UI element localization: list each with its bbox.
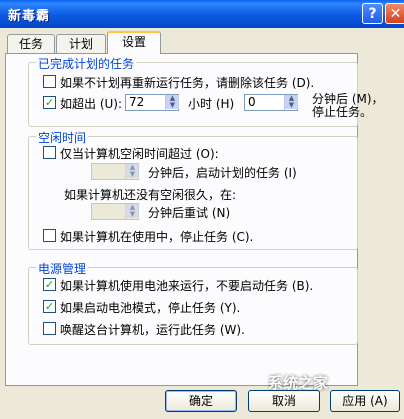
hours-unit-label: 小时 (H): [188, 97, 235, 111]
spin-down-icon[interactable]: ▼: [126, 171, 139, 178]
dont-start-on-battery-checkbox[interactable]: ✓: [43, 278, 56, 291]
tab-task[interactable]: 任务: [7, 34, 55, 53]
title-bar[interactable]: [0, 0, 404, 28]
delete-if-not-rescheduled-checkbox[interactable]: [43, 75, 56, 88]
close-button[interactable]: ✕: [385, 3, 404, 24]
help-button[interactable]: ?: [362, 3, 383, 24]
apply-button[interactable]: 应用 (A): [330, 390, 400, 412]
checkmark-icon: ✓: [44, 300, 55, 313]
wake-to-run-label: 唤醒这台计算机，运行此任务 (W).: [60, 323, 245, 337]
spin-down-icon[interactable]: ▼: [166, 102, 179, 109]
spin-down-icon[interactable]: ▼: [126, 211, 139, 218]
checkmark-icon: ✓: [44, 96, 55, 109]
retry-minutes-spinner[interactable]: ▲ ▼: [125, 204, 139, 219]
minutes-after-line2: 停止任务。: [312, 105, 373, 119]
stop-on-battery-checkbox[interactable]: ✓: [43, 300, 56, 313]
checkmark-icon: ✓: [44, 278, 55, 291]
idle-minutes-spinner[interactable]: ▲ ▼: [125, 164, 139, 179]
stop-if-in-use-checkbox[interactable]: [43, 229, 56, 242]
tab-settings-label: 设置: [121, 35, 146, 49]
not-idle-note: 如果计算机还没有空闲很久，在:: [64, 188, 237, 202]
tab-schedule[interactable]: 计划: [56, 34, 106, 53]
delete-if-not-rescheduled-label: 如果不计划再重新运行任务，请删除该任务 (D).: [60, 76, 315, 90]
only-if-idle-checkbox[interactable]: [43, 146, 56, 159]
stop-if-exceeds-label: 如超出 (U):: [60, 97, 123, 111]
ok-button[interactable]: 确定: [165, 390, 237, 412]
spin-down-icon[interactable]: ▼: [285, 102, 298, 109]
completed-task-group-title: 已完成计划的任务: [36, 55, 137, 72]
dont-start-on-battery-label: 如果计算机使用电池来运行，不要启动任务 (B).: [60, 279, 314, 293]
tab-schedule-label: 计划: [68, 37, 93, 51]
idle-time-group-title: 空闲时间: [36, 129, 89, 146]
power-management-group-title: 电源管理: [36, 260, 89, 277]
wake-to-run-checkbox[interactable]: [43, 322, 56, 335]
cancel-button[interactable]: 取消: [248, 390, 320, 412]
hours-value: 72: [129, 95, 145, 109]
minutes-after-label: 分钟后 (M)， 停止任务。: [312, 93, 384, 119]
watermark: 系统之家: [268, 374, 329, 392]
tab-settings[interactable]: 设置: [107, 31, 161, 54]
close-icon: ✕: [389, 6, 402, 22]
stop-if-exceeds-checkbox[interactable]: ✓: [43, 96, 56, 109]
window-title: 新毒霸: [8, 9, 51, 24]
only-if-idle-label: 仅当计算机空闲时间超过 (O):: [60, 147, 219, 161]
stop-on-battery-label: 如果启动电池模式，停止任务 (Y).: [60, 301, 241, 315]
tab-task-label: 任务: [18, 37, 43, 51]
stop-if-in-use-label: 如果计算机在使用中，停止任务 (C).: [60, 230, 254, 244]
minutes-value: 0: [248, 95, 256, 109]
retry-label: 分钟后重试 (N): [148, 206, 231, 220]
hours-spinner[interactable]: ▲ ▼: [165, 95, 179, 110]
help-icon: ?: [368, 6, 377, 22]
start-after-idle-label: 分钟后，启动计划的任务 (I): [148, 166, 297, 180]
minutes-spinner[interactable]: ▲ ▼: [284, 95, 298, 110]
